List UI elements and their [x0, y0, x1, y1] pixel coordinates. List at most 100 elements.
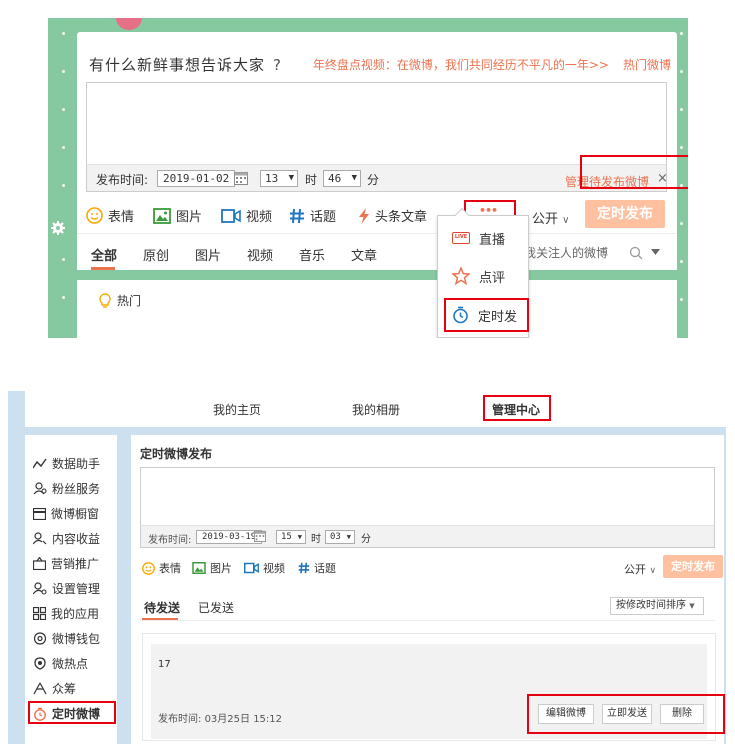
- filter-tab-articles[interactable]: 文章: [351, 245, 377, 264]
- calendar-icon[interactable]: [254, 530, 266, 542]
- topic-button[interactable]: 话题: [298, 560, 336, 576]
- hashtag-icon: [289, 208, 305, 224]
- image-icon: [153, 207, 171, 224]
- sidebar-item-label: 众筹: [52, 682, 77, 696]
- chevron-down-icon: ∨: [562, 215, 570, 226]
- settings-gear-icon[interactable]: [51, 221, 65, 235]
- hour-value: 15: [281, 532, 292, 542]
- topic-button[interactable]: 话题: [289, 206, 336, 225]
- compose-prompt: 有什么新鲜事想告诉大家?: [89, 54, 282, 75]
- delete-button[interactable]: 删除: [660, 704, 704, 724]
- timer-icon: [452, 306, 469, 324]
- minute-select[interactable]: 03 ▼: [325, 530, 355, 544]
- search-icon[interactable]: [629, 246, 643, 260]
- filter-tab-all[interactable]: 全部: [91, 245, 117, 264]
- time-label: 发布时间:: [158, 714, 202, 725]
- filter-tab-music[interactable]: 音乐: [299, 245, 325, 264]
- sidebar-item-label: 数据助手: [52, 457, 101, 471]
- topic-label: 话题: [314, 562, 336, 575]
- hour-select[interactable]: 15 ▼: [276, 530, 306, 544]
- image-button[interactable]: 图片: [153, 206, 202, 225]
- bg-dot: [680, 298, 683, 301]
- chevron-down-icon: ▼: [351, 173, 357, 183]
- sidebar-item-label: 微博橱窗: [51, 507, 100, 521]
- live-label: 直播: [479, 232, 506, 248]
- scheduled-post-body: 17 发布时间: 03月25日 15:12 编辑微博 立即发送 删除: [151, 644, 725, 739]
- topic-links: 年终盘点视频：在微博，我们共同经历不平凡的一年>> 热门微博: [313, 56, 671, 73]
- sidebar-item-label: 粉丝服务: [52, 482, 101, 496]
- weibo-compose-panel: 有什么新鲜事想告诉大家? 年终盘点视频：在微博，我们共同经历不平凡的一年>> 热门…: [48, 18, 688, 338]
- hot-label: 热门: [117, 294, 142, 308]
- hot-weibo-link[interactable]: 热门微博: [623, 58, 671, 72]
- sidebar-item-settings[interactable]: 设置管理: [33, 580, 100, 597]
- tab-my-album[interactable]: 我的相册: [352, 401, 400, 418]
- article-button[interactable]: 头条文章: [358, 206, 427, 225]
- sidebar-item-wallet[interactable]: 微博钱包: [33, 630, 100, 647]
- year-end-topic-link[interactable]: 年终盘点视频：在微博，我们共同经历不平凡的一年>>: [313, 58, 609, 72]
- hour-select[interactable]: 13 ▼: [260, 170, 298, 187]
- filter-tab-images[interactable]: 图片: [195, 245, 221, 264]
- dropdown-item-review[interactable]: 点评: [438, 258, 530, 294]
- compose-toolbar: 表情 图片 视频 话题 公开 ∨ 定时发布: [140, 555, 723, 579]
- followed-search-input[interactable]: 我关注人的微博: [524, 244, 608, 261]
- dropdown-item-scheduled[interactable]: 定时发: [438, 297, 530, 333]
- crowdfunding-icon: [33, 682, 47, 695]
- sidebar-item-content-revenue[interactable]: 内容收益: [33, 530, 100, 547]
- tab-management-center[interactable]: 管理中心: [492, 401, 540, 418]
- schedule-time-bar: 发布时间: 2019-01-02 13 ▼ 时 46 ▼ 分 管理待发布微博 ×: [86, 164, 668, 192]
- hour-value: 13: [265, 172, 279, 185]
- bg-dot: [680, 222, 683, 225]
- close-icon[interactable]: ×: [657, 171, 668, 186]
- sidebar-item-fan-service[interactable]: 粉丝服务: [33, 480, 100, 497]
- user-search-icon: [33, 532, 47, 545]
- sidebar-item-scheduled-weibo[interactable]: 定时微博: [33, 705, 101, 722]
- minute-select[interactable]: 46 ▼: [323, 170, 361, 187]
- emoji-button[interactable]: 表情: [86, 206, 134, 225]
- bg-dot: [680, 184, 683, 187]
- sidebar-item-data-assistant[interactable]: 数据助手: [33, 455, 100, 472]
- dropdown-item-live[interactable]: LIVE 直播: [438, 220, 530, 256]
- more-options-dropdown: LIVE 直播 点评 定时发: [437, 207, 530, 338]
- visibility-select[interactable]: 公开 ∨: [532, 208, 569, 227]
- lightbulb-icon: [99, 293, 111, 308]
- emoji-button[interactable]: 表情: [142, 560, 181, 576]
- tab-pending[interactable]: 待发送: [144, 599, 180, 616]
- calendar-icon[interactable]: [234, 171, 248, 185]
- tab-my-homepage[interactable]: 我的主页: [213, 401, 261, 418]
- help-icon[interactable]: ?: [273, 56, 282, 74]
- management-center-panel: 我的主页 我的相册 管理中心 数据助手 粉丝服务 微博橱窗 内容收益 营销推广 …: [8, 391, 726, 744]
- article-label: 头条文章: [375, 210, 428, 225]
- compose-textarea[interactable]: [86, 82, 667, 164]
- visibility-label: 公开: [532, 212, 559, 227]
- star-review-icon: [452, 267, 470, 285]
- schedule-publish-button[interactable]: 定时发布: [663, 555, 723, 578]
- compose-toolbar: 表情 图片 视频 话题 头条文章 ••• 公开 ∨ 定时发布: [77, 200, 677, 230]
- edit-post-button[interactable]: 编辑微博: [538, 704, 594, 724]
- sidebar-item-my-apps[interactable]: 我的应用: [33, 605, 99, 622]
- image-button[interactable]: 图片: [192, 560, 232, 576]
- background-decoration: [116, 18, 142, 30]
- compose-textarea[interactable]: [140, 467, 715, 525]
- sidebar-item-crowdfunding[interactable]: 众筹: [33, 680, 76, 697]
- date-input[interactable]: 2019-01-02: [157, 170, 236, 187]
- sidebar-item-label: 微热点: [52, 657, 89, 671]
- scheduled-post-card: 17 发布时间: 03月25日 15:12 编辑微博 立即发送 删除: [142, 633, 725, 741]
- tab-sent[interactable]: 已发送: [198, 599, 234, 616]
- sidebar-item-showcase[interactable]: 微博橱窗: [33, 505, 99, 522]
- hot-label-row[interactable]: 热门: [99, 292, 141, 309]
- visibility-select[interactable]: 公开 ∨: [624, 561, 656, 577]
- video-button[interactable]: 视频: [244, 560, 285, 576]
- manage-pending-posts-link[interactable]: 管理待发布微博: [565, 173, 649, 190]
- send-now-button[interactable]: 立即发送: [602, 704, 652, 724]
- hour-unit-label: 时: [305, 173, 318, 187]
- sidebar-item-marketing[interactable]: 营销推广: [33, 555, 99, 572]
- filter-tab-videos[interactable]: 视频: [247, 245, 273, 264]
- date-input[interactable]: 2019-03-19: [196, 530, 263, 544]
- video-button[interactable]: 视频: [221, 206, 272, 225]
- sidebar-item-hotspot[interactable]: 微热点: [33, 655, 88, 672]
- bg-dot: [62, 108, 65, 111]
- chevron-down-icon[interactable]: [651, 249, 660, 255]
- sort-select[interactable]: 按修改时间排序 ▼: [610, 597, 704, 615]
- schedule-publish-button[interactable]: 定时发布: [585, 200, 665, 228]
- filter-tab-original[interactable]: 原创: [143, 245, 169, 264]
